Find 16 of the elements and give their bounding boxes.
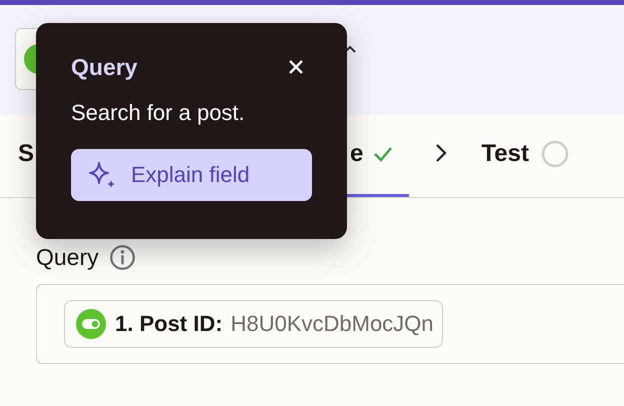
pill-value: H8U0KvcDbMocJQn xyxy=(230,311,434,337)
sparkle-icon xyxy=(87,160,117,190)
status-circle-icon xyxy=(540,140,569,168)
close-icon[interactable] xyxy=(288,59,304,75)
toggle-icon xyxy=(75,308,107,340)
explain-field-button[interactable]: Explain field xyxy=(71,149,312,201)
info-icon[interactable] xyxy=(108,244,136,270)
field-label: Query xyxy=(36,244,99,270)
data-pill[interactable]: 1. Post ID: H8U0KvcDbMocJQn xyxy=(64,300,443,348)
step-tab[interactable]: S xyxy=(18,115,34,197)
step-tab[interactable]: Test xyxy=(481,115,569,197)
chevron-right-icon xyxy=(435,143,448,163)
query-field[interactable]: 1. Post ID: H8U0KvcDbMocJQn xyxy=(36,284,624,364)
pill-step: 1. Post ID: xyxy=(115,311,223,337)
popover-title: Query xyxy=(71,54,138,80)
popover-text: Search for a post. xyxy=(71,99,246,127)
